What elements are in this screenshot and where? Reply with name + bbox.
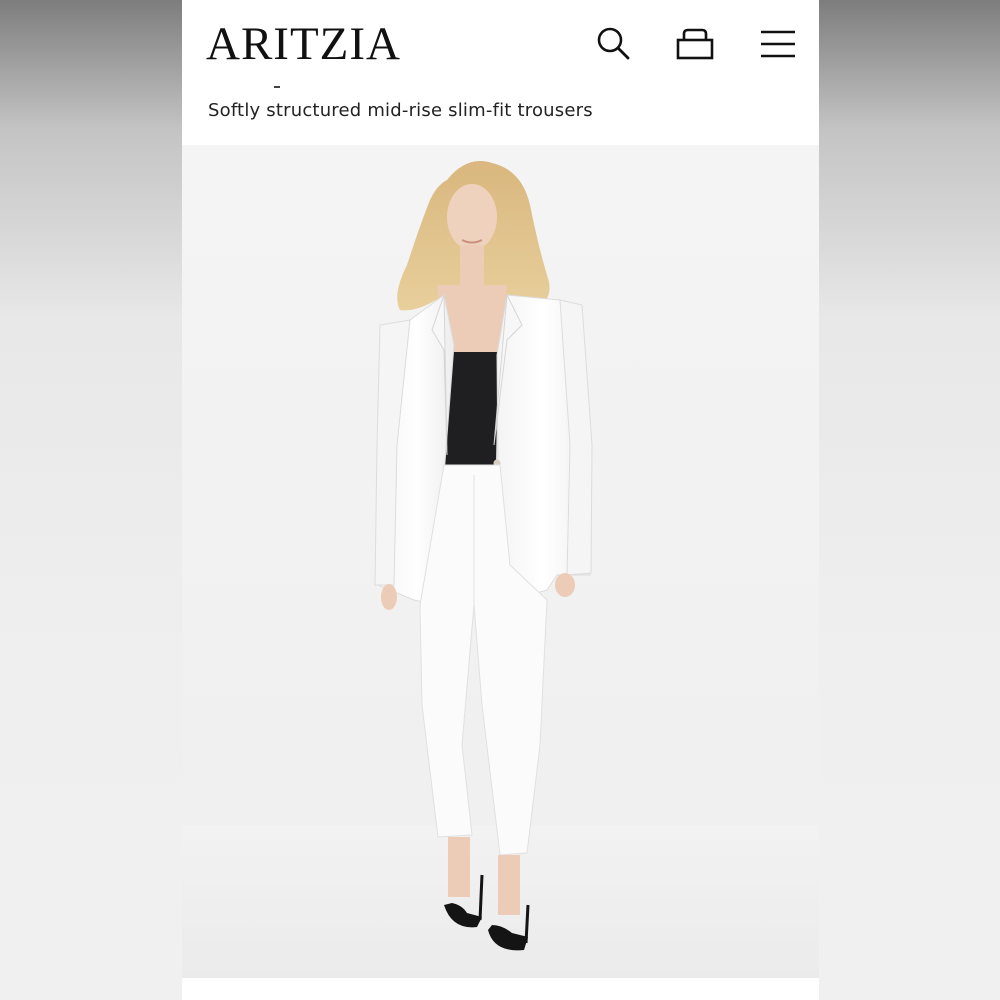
mobile-screen: ARITZIA Softly structured mid-rise slim-… <box>182 0 819 1000</box>
site-header: ARITZIA <box>182 0 819 90</box>
product-image[interactable] <box>182 145 819 978</box>
shopping-bag-icon[interactable] <box>674 22 716 64</box>
clipped-text-fragment <box>274 82 280 88</box>
menu-icon[interactable] <box>757 22 799 64</box>
background-blur-left <box>0 0 182 1000</box>
product-description: Softly structured mid-rise slim-fit trou… <box>208 100 593 121</box>
search-icon[interactable] <box>592 22 634 64</box>
bottom-edge <box>182 978 819 1000</box>
background-blur-right <box>819 0 1000 1000</box>
brand-logo[interactable]: ARITZIA <box>206 18 401 70</box>
